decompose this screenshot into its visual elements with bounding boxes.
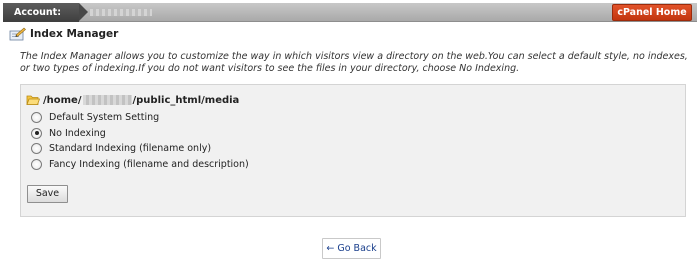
indexing-options: Default System Setting No Indexing Stand…	[31, 110, 249, 172]
directory-path-row: /home/ /public_html/media	[26, 93, 239, 107]
option-no-indexing[interactable]: No Indexing	[31, 126, 249, 142]
cpanel-home-button[interactable]: cPanel Home	[612, 4, 692, 21]
option-default-system-setting[interactable]: Default System Setting	[31, 110, 249, 126]
path-prefix: /home/	[43, 94, 82, 106]
option-label: No Indexing	[49, 127, 106, 139]
directory-path: /home/ /public_html/media	[43, 95, 239, 106]
option-label: Fancy Indexing (filename and description…	[49, 158, 249, 170]
radio-fancy-indexing[interactable]	[31, 158, 42, 170]
intro-description: The Index Manager allows you to customiz…	[20, 51, 688, 74]
option-standard-indexing[interactable]: Standard Indexing (filename only)	[31, 141, 249, 157]
option-label: Default System Setting	[49, 112, 160, 124]
folder-open-icon	[26, 95, 40, 105]
radio-standard-indexing[interactable]	[31, 143, 42, 155]
username-redacted	[82, 95, 132, 105]
option-fancy-indexing[interactable]: Fancy Indexing (filename and description…	[31, 157, 249, 173]
radio-no-indexing[interactable]	[31, 127, 42, 139]
account-label: Account:	[3, 3, 88, 22]
account-name-redacted	[90, 9, 152, 16]
radio-default-system-setting[interactable]	[31, 112, 42, 124]
go-back-link[interactable]: ← Go Back	[322, 238, 381, 259]
path-suffix: /public_html/media	[132, 94, 240, 106]
index-settings-panel: /home/ /public_html/media Default System …	[20, 84, 686, 217]
page-header: Index Manager	[9, 27, 118, 41]
index-manager-icon	[9, 27, 26, 41]
option-label: Standard Indexing (filename only)	[49, 143, 212, 155]
page-title: Index Manager	[30, 28, 119, 40]
top-bar: Account: cPanel Home	[3, 3, 697, 22]
save-button[interactable]: Save	[27, 185, 68, 203]
